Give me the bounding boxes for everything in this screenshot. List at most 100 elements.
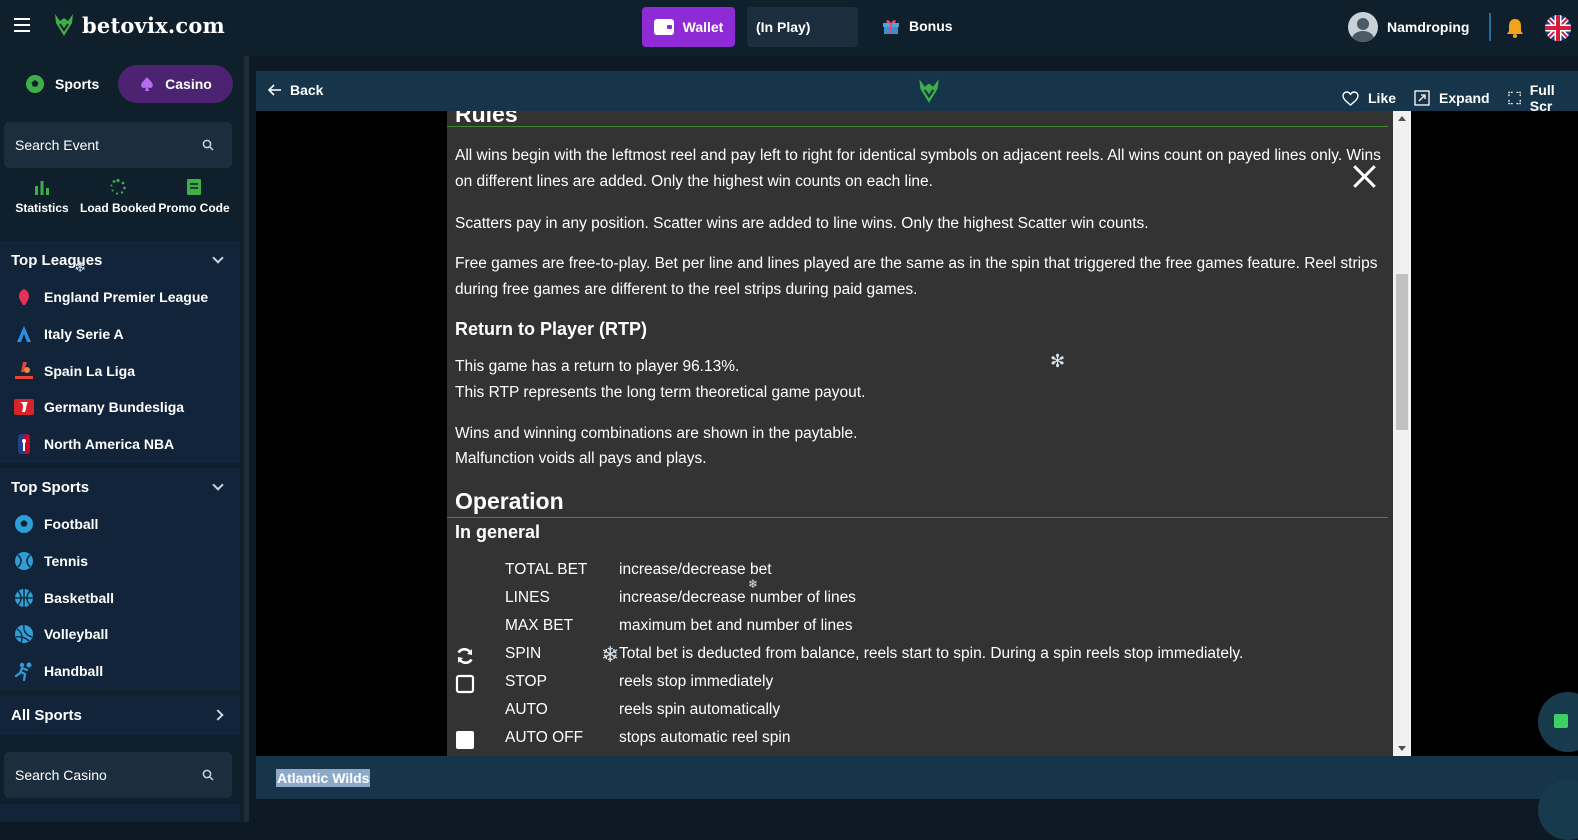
expand-icon	[1414, 90, 1430, 106]
scroll-down-icon[interactable]	[1398, 746, 1406, 751]
all-sports-panel[interactable]: All Sports	[0, 695, 240, 735]
operation-value: reels spin automatically	[619, 701, 781, 718]
top-sports-panel: Top Sports Football Tennis Basketball Vo…	[0, 468, 240, 690]
operation-value: Total bet is deducted from balance, reel…	[619, 645, 1244, 662]
logo-mark-icon	[919, 79, 939, 103]
league-item-england-premier-league[interactable]: England Premier League	[0, 279, 240, 316]
operation-key: TOTAL BET	[505, 561, 588, 578]
operation-divider	[447, 517, 1388, 518]
premier-league-icon	[14, 287, 34, 307]
all-sports-label: All Sports	[11, 706, 82, 724]
basketball-icon	[14, 588, 34, 608]
snowflake-icon: ✻	[1050, 351, 1066, 372]
auto-off-icon	[456, 731, 474, 749]
wallet-button[interactable]: Wallet	[642, 7, 735, 47]
search-icon	[202, 769, 214, 781]
quick-link-label: Load Booked	[80, 201, 157, 215]
bell-icon[interactable]	[1506, 18, 1524, 38]
game-header-bar: Back Like Expand Full Scr	[256, 71, 1578, 114]
back-label: Back	[290, 82, 324, 98]
sport-item-volleyball[interactable]: Volleyball	[0, 616, 240, 653]
tab-casino-label: Casino	[165, 76, 212, 92]
search-icon	[202, 139, 214, 151]
chevron-down-icon	[212, 252, 224, 264]
league-label: Germany Bundesliga	[44, 399, 185, 416]
back-button[interactable]: Back	[268, 82, 323, 98]
fullscreen-button[interactable]: Full Scr	[1507, 82, 1578, 114]
avatar	[1348, 12, 1378, 42]
header-divider	[1489, 13, 1491, 41]
sidebar-scrollbar[interactable]	[244, 56, 249, 822]
league-label: England Premier League	[44, 289, 209, 306]
rules-paragraph: Scatters pay in any position. Scatter wi…	[455, 215, 1149, 232]
sport-item-basketball[interactable]: Basketball	[0, 579, 240, 616]
quick-link-statistics[interactable]: Statistics	[4, 176, 80, 236]
sidebar-next-panel	[0, 804, 240, 822]
operation-key: LINES	[505, 589, 550, 606]
sport-label: Football	[44, 516, 99, 533]
operation-row-spin: SPIN Total bet is deducted from balance,…	[447, 641, 1387, 669]
search-event-placeholder: Search Event	[15, 137, 100, 153]
search-casino-placeholder: Search Casino	[15, 767, 107, 783]
tab-casino[interactable]: Casino	[118, 65, 233, 103]
rtp-text: This game has a return to player 96.13%.	[455, 358, 740, 375]
quick-links: Statistics Load Booked Promo Code	[4, 176, 232, 236]
handball-icon	[14, 661, 34, 682]
like-button[interactable]: Like	[1342, 90, 1396, 106]
quick-link-load-booked[interactable]: Load Booked	[80, 176, 156, 236]
scroll-up-icon[interactable]	[1398, 116, 1406, 121]
scroll-thumb[interactable]	[1396, 274, 1408, 430]
rtp-heading: Return to Player (RTP)	[455, 319, 648, 339]
rules-scrollbar[interactable]	[1393, 111, 1411, 756]
in-play-button[interactable]: (In Play)	[747, 7, 858, 47]
hamburger-menu-icon[interactable]	[14, 18, 30, 32]
operation-row-max-bet: MAX BET maximum bet and number of lines	[447, 613, 1387, 641]
user-menu[interactable]: Namdroping	[1348, 12, 1469, 42]
heart-icon	[1342, 90, 1359, 106]
search-casino-input[interactable]: Search Casino	[4, 752, 232, 798]
spin-icon	[457, 648, 473, 664]
uk-flag-icon[interactable]	[1545, 15, 1571, 41]
top-sports-header[interactable]: Top Sports	[0, 468, 240, 506]
all-sports-header[interactable]: All Sports	[0, 695, 240, 735]
operation-heading: Operation	[455, 488, 564, 514]
sport-item-tennis[interactable]: Tennis	[0, 543, 240, 580]
top-bar: betovix.com Wallet (In Play) Bonus Namdr…	[0, 0, 1578, 56]
tab-sports-label: Sports	[55, 76, 100, 92]
site-logo[interactable]: betovix.com	[52, 12, 225, 38]
league-label: Italy Serie A	[44, 326, 124, 343]
league-item-germany-bundesliga[interactable]: Germany Bundesliga	[0, 389, 240, 426]
stop-icon	[455, 674, 475, 694]
bonus-button[interactable]: Bonus	[882, 17, 953, 35]
league-item-north-america-nba[interactable]: North America NBA	[0, 426, 240, 463]
quick-link-promo-code[interactable]: Promo Code	[156, 176, 232, 236]
game-footer-bar: Atlantic Wilds	[256, 756, 1578, 799]
snowflake-icon: ❄	[601, 643, 620, 668]
general-heading: In general	[455, 522, 541, 542]
expand-button[interactable]: Expand	[1414, 90, 1490, 106]
logo-mark-icon	[55, 14, 73, 36]
sidebar: Sports Casino Search Event Statistics Lo…	[0, 56, 244, 822]
bonus-label: Bonus	[909, 18, 953, 34]
serie-a-icon	[14, 324, 34, 344]
tennis-icon	[14, 551, 34, 571]
rules-paragraph: Free games are free-to-play. Bet per lin…	[455, 255, 1378, 298]
operation-row-auto-off: AUTO OFF stops automatic reel spin	[447, 725, 1387, 753]
league-item-italy-serie-a[interactable]: Italy Serie A	[0, 316, 240, 353]
search-event-input[interactable]: Search Event	[4, 122, 232, 168]
operation-value: stops automatic reel spin	[619, 729, 791, 746]
rules-panel: Rules All wins begin with the leftmost r…	[447, 111, 1393, 756]
like-label: Like	[1368, 90, 1397, 106]
top-leagues-header[interactable]: Top Leagues	[0, 241, 240, 279]
tab-sports[interactable]: Sports	[4, 63, 118, 105]
sport-item-football[interactable]: Football	[0, 506, 240, 543]
rtp-text: This RTP represents the long term theore…	[455, 384, 866, 401]
sport-item-handball[interactable]: Handball	[0, 653, 240, 690]
top-leagues-panel: Top Leagues England Premier League Italy…	[0, 241, 240, 463]
snowflake-icon: ❄	[748, 577, 759, 591]
quick-link-label: Promo Code	[158, 201, 230, 215]
football-icon	[14, 514, 34, 534]
operation-row-stop: STOP reels stop immediately	[447, 669, 1387, 697]
league-item-spain-la-liga[interactable]: Spain La Liga	[0, 352, 240, 389]
username: Namdroping	[1387, 19, 1470, 35]
